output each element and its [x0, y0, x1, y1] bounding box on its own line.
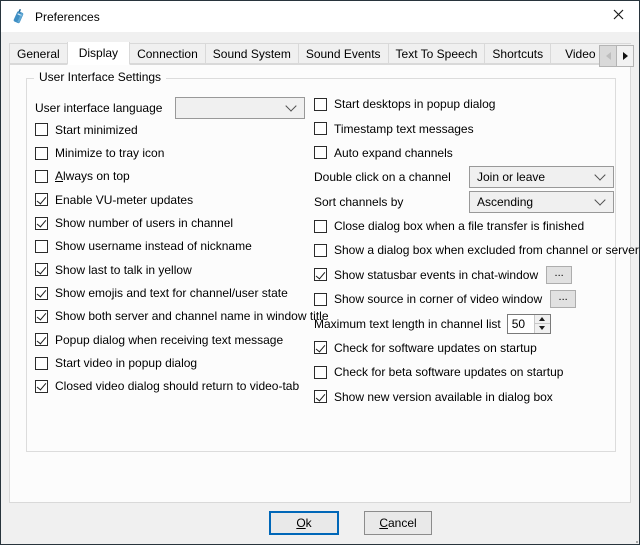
- row-statusbar-events[interactable]: Show statusbar events in chat-window ...: [314, 263, 614, 287]
- chevron-down-icon: [594, 194, 605, 205]
- chevron-down-icon: [594, 170, 605, 181]
- tab-shortcuts[interactable]: Shortcuts: [484, 43, 551, 64]
- checkbox-minimize-to-tray[interactable]: [35, 147, 48, 160]
- checkbox-server-channel-title[interactable]: [35, 310, 48, 323]
- checkbox-check-updates[interactable]: [314, 341, 327, 354]
- row-start-desktops[interactable]: Start desktops in popup dialog: [314, 92, 614, 116]
- tab-display[interactable]: Display: [67, 42, 130, 65]
- row-excluded-dialog[interactable]: Show a dialog box when excluded from cha…: [314, 238, 614, 262]
- checkbox-auto-expand[interactable]: [314, 146, 327, 159]
- checkbox-excluded-dialog[interactable]: [314, 244, 327, 257]
- row-max-text-length: Maximum text length in channel list 50: [314, 311, 614, 335]
- row-video-source-corner[interactable]: Show source in corner of video window ..…: [314, 287, 614, 311]
- tab-bar: General Display Connection Sound System …: [9, 42, 631, 65]
- row-auto-expand[interactable]: Auto expand channels: [314, 141, 614, 165]
- row-vu-meter[interactable]: Enable VU-meter updates: [35, 188, 313, 211]
- spinner-value[interactable]: 50: [508, 315, 534, 333]
- checkbox-close-file-transfer[interactable]: [314, 220, 327, 233]
- checkbox-emojis[interactable]: [35, 287, 48, 300]
- row-emojis[interactable]: Show emojis and text for channel/user st…: [35, 281, 313, 304]
- checkbox-last-to-talk[interactable]: [35, 263, 48, 276]
- spin-up-button[interactable]: [535, 315, 550, 325]
- tab-text-to-speech[interactable]: Text To Speech: [388, 43, 486, 64]
- spin-down-icon: [539, 326, 545, 330]
- row-popup-text-message[interactable]: Popup dialog when receiving text message: [35, 328, 313, 351]
- tab-general[interactable]: General: [9, 43, 68, 64]
- row-always-on-top[interactable]: Always on top: [35, 165, 313, 188]
- row-show-user-count[interactable]: Show number of users in channel: [35, 211, 313, 234]
- checkbox-new-version-dialog[interactable]: [314, 390, 327, 403]
- row-close-file-transfer[interactable]: Close dialog box when a file transfer is…: [314, 214, 614, 238]
- checkbox-show-username[interactable]: [35, 240, 48, 253]
- row-timestamp[interactable]: Timestamp text messages: [314, 116, 614, 140]
- preferences-dialog: Preferences General Display Connection S…: [0, 0, 640, 545]
- video-source-options-button[interactable]: ...: [550, 290, 576, 308]
- row-check-beta-updates[interactable]: Check for beta software updates on start…: [314, 360, 614, 384]
- group-title: User Interface Settings: [34, 70, 166, 84]
- double-click-select[interactable]: Join or leave: [469, 166, 614, 188]
- row-closed-video-return[interactable]: Closed video dialog should return to vid…: [35, 375, 313, 398]
- row-check-updates[interactable]: Check for software updates on startup: [314, 336, 614, 360]
- arrow-left-icon: [606, 52, 611, 60]
- spin-down-button[interactable]: [535, 324, 550, 333]
- checkbox-always-on-top[interactable]: [35, 170, 48, 183]
- row-double-click: Double click on a channel Join or leave: [314, 165, 614, 189]
- arrow-right-icon: [623, 52, 628, 60]
- cancel-button[interactable]: Cancel: [364, 511, 432, 535]
- group-user-interface-settings: User Interface Settings User interface l…: [26, 78, 616, 452]
- row-last-to-talk[interactable]: Show last to talk in yellow: [35, 258, 313, 281]
- row-show-username[interactable]: Show username instead of nickname: [35, 235, 313, 258]
- tab-sound-events[interactable]: Sound Events: [298, 43, 389, 64]
- row-minimize-to-tray[interactable]: Minimize to tray icon: [35, 141, 313, 164]
- max-text-length-spinner[interactable]: 50: [507, 314, 551, 334]
- window-title: Preferences: [35, 10, 100, 24]
- app-icon: [10, 8, 27, 25]
- language-select[interactable]: [175, 97, 305, 119]
- checkbox-statusbar-events[interactable]: [314, 268, 327, 281]
- checkbox-start-desktops[interactable]: [314, 98, 327, 111]
- language-row: User interface language: [35, 97, 313, 119]
- tab-scroll-buttons: [599, 45, 633, 67]
- display-tab-page: User Interface Settings User interface l…: [9, 64, 631, 503]
- row-new-version-dialog[interactable]: Show new version available in dialog box: [314, 385, 614, 409]
- statusbar-events-options-button[interactable]: ...: [546, 266, 572, 284]
- tab-sound-system[interactable]: Sound System: [205, 43, 299, 64]
- checkbox-vu-meter[interactable]: [35, 193, 48, 206]
- tab-scroll-right-button[interactable]: [616, 45, 634, 67]
- tab-scroll-left-button[interactable]: [599, 45, 617, 67]
- ok-button[interactable]: Ok: [269, 511, 339, 535]
- titlebar[interactable]: Preferences: [1, 1, 639, 32]
- row-server-channel-title[interactable]: Show both server and channel name in win…: [35, 305, 313, 328]
- checkbox-check-beta-updates[interactable]: [314, 366, 327, 379]
- checkbox-closed-video-return[interactable]: [35, 380, 48, 393]
- checkbox-timestamp[interactable]: [314, 122, 327, 135]
- chevron-down-icon: [285, 100, 296, 111]
- resize-grip-icon[interactable]: [632, 537, 634, 539]
- close-icon: [613, 9, 624, 23]
- checkbox-show-user-count[interactable]: [35, 217, 48, 230]
- row-sort-channels: Sort channels by Ascending: [314, 190, 614, 214]
- tab-connection[interactable]: Connection: [129, 43, 206, 64]
- checkbox-start-minimized[interactable]: [35, 123, 48, 136]
- row-video-popup[interactable]: Start video in popup dialog: [35, 351, 313, 374]
- sort-channels-select[interactable]: Ascending: [469, 191, 614, 213]
- checkbox-popup-text-message[interactable]: [35, 333, 48, 346]
- left-column: Start minimized Minimize to tray icon Al…: [35, 118, 313, 398]
- row-start-minimized[interactable]: Start minimized: [35, 118, 313, 141]
- language-label: User interface language: [35, 101, 175, 115]
- checkbox-video-popup[interactable]: [35, 357, 48, 370]
- close-button[interactable]: [597, 1, 639, 31]
- right-column: Start desktops in popup dialog Timestamp…: [314, 92, 614, 409]
- checkbox-video-source-corner[interactable]: [314, 293, 327, 306]
- spin-up-icon: [539, 317, 545, 321]
